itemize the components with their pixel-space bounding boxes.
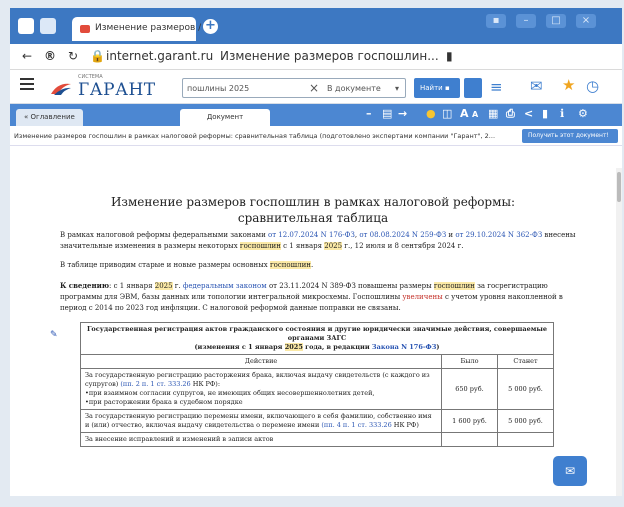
address-bar: ← ® ↻ 🔒 internet.garant.ru Изменение раз… xyxy=(10,44,622,70)
bookmark-icon[interactable]: ▪ xyxy=(486,14,506,28)
collapse-icon[interactable]: – xyxy=(366,107,372,120)
tab-document[interactable]: Документ xyxy=(180,109,270,126)
save-icon[interactable]: ▦ xyxy=(488,107,498,120)
document-breadcrumb: Изменение размеров госпошлин в рамках на… xyxy=(14,132,496,140)
browser-window: Изменение размеров / × + ▪ – □ × ← ® ↻ 🔒… xyxy=(10,8,622,496)
filter-icon[interactable]: ≡ xyxy=(490,78,503,96)
history-icon[interactable]: ◷ xyxy=(586,77,599,95)
url-text[interactable]: internet.garant.ru xyxy=(106,49,213,63)
tab-active[interactable]: Изменение размеров / × xyxy=(72,17,212,41)
bookmark-flag-icon[interactable]: ▮ xyxy=(446,49,453,63)
new-tab-button[interactable]: + xyxy=(203,19,218,34)
tab-toc[interactable]: « Оглавление xyxy=(16,109,83,126)
find-button[interactable]: Найти ▪ xyxy=(414,78,460,98)
logo-text[interactable]: ГАРАНТ xyxy=(78,80,156,100)
menu-icon[interactable] xyxy=(20,83,34,85)
garant-logo-icon xyxy=(51,83,71,95)
lock-icon: 🔒 xyxy=(90,49,105,63)
clear-search-icon[interactable]: × xyxy=(309,81,319,95)
chevron-down-icon[interactable]: ▾ xyxy=(395,84,399,93)
next-icon[interactable]: → xyxy=(398,107,407,120)
document-info-bar: Изменение размеров госпошлин в рамках на… xyxy=(10,126,622,146)
document-toolbar: « Оглавление Документ – ▤ → ● ◫ A A ▦ ⎙ … xyxy=(10,104,622,126)
close-window-icon[interactable]: × xyxy=(576,14,596,28)
tab-title: Изменение размеров / × xyxy=(95,23,212,33)
doc-info-icon[interactable]: ▤ xyxy=(382,107,392,120)
print-icon[interactable]: ⎙ xyxy=(506,107,515,121)
online-help-chat-icon[interactable]: ✉ xyxy=(553,456,587,486)
search-options-icon[interactable] xyxy=(464,78,482,98)
page-title: Изменение размеров госпошлин... xyxy=(220,49,439,63)
garant-favicon-icon xyxy=(80,25,90,33)
back-icon[interactable]: ← xyxy=(22,49,32,63)
font-decrease-icon[interactable]: A xyxy=(472,110,478,119)
compare-icon[interactable]: ◫ xyxy=(442,107,452,120)
yandex-icon[interactable]: ® xyxy=(44,49,56,63)
highlight-icon[interactable]: ● xyxy=(426,107,436,120)
maximize-icon[interactable]: □ xyxy=(546,14,566,28)
search-input[interactable]: пошлины 2025 xyxy=(187,84,249,93)
get-document-button[interactable]: Получить этот документ! xyxy=(522,129,618,143)
info-icon[interactable]: ℹ xyxy=(560,107,564,120)
favorites-star-icon[interactable]: ★ xyxy=(562,76,575,94)
find-button-label: Найти xyxy=(420,84,443,92)
chat-icon[interactable]: ✉ xyxy=(530,77,543,95)
search-box: пошлины 2025 × В документе ▾ xyxy=(182,78,406,98)
bookmark-doc-icon[interactable]: ▮ xyxy=(542,107,548,120)
minimize-icon[interactable]: – xyxy=(516,14,536,28)
search-scope-select[interactable]: В документе xyxy=(327,84,381,93)
share-icon[interactable]: < xyxy=(524,107,533,120)
browser-tab-bar: Изменение размеров / × + ▪ – □ × xyxy=(10,8,622,44)
garant-header: СИСТЕМА ГАРАНТ пошлины 2025 × В документ… xyxy=(10,70,622,104)
settings-icon[interactable]: ⚙ xyxy=(578,107,588,120)
reload-icon[interactable]: ↻ xyxy=(68,49,78,63)
font-increase-icon[interactable]: A xyxy=(460,107,469,120)
browser-menu-icon[interactable] xyxy=(18,18,34,34)
tab-list-chevron-icon[interactable] xyxy=(40,18,56,34)
